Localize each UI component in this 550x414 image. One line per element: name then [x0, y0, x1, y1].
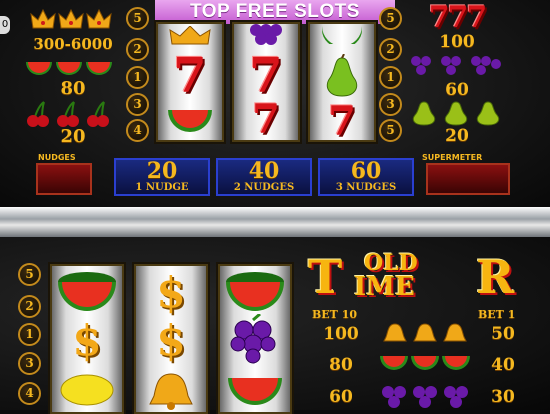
page-title: TOP FREE SLOTS	[155, 0, 395, 24]
nudge-value: 20	[146, 158, 178, 184]
old-timer-logo: T OLD IME R	[308, 252, 528, 302]
side-tab[interactable]: 0	[0, 16, 10, 34]
logo-old: OLD	[364, 250, 418, 276]
line-number[interactable]: 5	[126, 7, 149, 30]
nudge-value: 60	[350, 158, 382, 184]
bet1-value: 50	[491, 324, 515, 344]
top-reel-2: 7 7	[232, 22, 300, 142]
supermeter-display	[426, 163, 510, 195]
chrome-divider	[0, 207, 550, 237]
bet10-header: BET 10	[312, 308, 358, 321]
line-number[interactable]: 2	[126, 38, 149, 61]
line-number[interactable]: 4	[18, 382, 41, 405]
nudge-label: 1 NUDGE	[135, 182, 189, 193]
nudge-option-3[interactable]: 60 3 NUDGES	[318, 158, 414, 196]
seven-symbol: 7	[173, 48, 207, 104]
bet10-value: 80	[329, 355, 353, 375]
line-number[interactable]: 4	[126, 119, 149, 142]
grapes-icon	[230, 314, 276, 364]
dollar-symbol: $	[156, 268, 186, 317]
bottom-reel-3	[218, 264, 292, 414]
watermelon-icon	[228, 378, 282, 405]
watermelon-icon	[378, 352, 472, 380]
bottom-reel-2: $ $	[134, 264, 208, 414]
line-number[interactable]: 5	[18, 263, 41, 286]
payout-watermelon: 80	[60, 78, 86, 99]
grapes-icon	[250, 24, 282, 45]
payout-seven: 100	[439, 32, 475, 52]
seven-icon: 777	[428, 0, 488, 35]
line-number[interactable]: 1	[18, 323, 41, 346]
logo-letter: R	[476, 250, 515, 304]
top-reel-1: 7	[156, 22, 224, 142]
line-number[interactable]: 3	[379, 93, 402, 116]
watermelon-icon	[168, 110, 212, 132]
crown-icon	[30, 8, 112, 29]
nudge-value: 40	[248, 158, 280, 184]
top-paytable-left: 300-6000	[18, 6, 128, 52]
line-number[interactable]: 5	[379, 7, 402, 30]
logo-letter: T	[308, 250, 343, 304]
line-number[interactable]: 3	[18, 352, 41, 375]
payout-pear: 20	[445, 126, 469, 146]
pear-icon	[326, 54, 358, 97]
nudge-option-2[interactable]: 40 2 NUDGES	[216, 158, 312, 196]
dollar-symbol: $	[156, 316, 186, 365]
watermelon-icon	[226, 272, 284, 311]
payout-cherry: 20	[60, 126, 86, 147]
crown-icon	[169, 26, 211, 45]
payout-crown: 300-6000	[33, 35, 113, 53]
bell-icon	[380, 322, 470, 348]
bet1-value: 40	[491, 355, 515, 375]
top-reel-3: 7	[308, 22, 376, 142]
nudge-label: 3 NUDGES	[335, 182, 397, 193]
seven-symbol: 7	[249, 48, 283, 104]
line-number[interactable]: 5	[379, 119, 402, 142]
logo-letters: IME	[354, 272, 415, 302]
supermeter-label: SUPERMETER	[422, 153, 483, 162]
bet10-value: 100	[323, 324, 359, 344]
watermelon-icon	[58, 272, 116, 311]
line-number[interactable]: 2	[18, 295, 41, 318]
nudges-label: NUDGES	[38, 153, 76, 162]
nudges-display	[36, 163, 92, 195]
line-number[interactable]: 3	[126, 93, 149, 116]
dollar-symbol: $	[72, 316, 102, 365]
nudge-label: 2 NUDGES	[233, 182, 295, 193]
seven-symbol: 7	[328, 98, 356, 142]
line-number[interactable]: 1	[379, 66, 402, 89]
bottom-reel-1: $	[50, 264, 124, 414]
lemon-icon	[60, 374, 114, 406]
bet1-value: 30	[491, 387, 515, 407]
seven-symbol: 7	[252, 96, 280, 142]
payout-grapes: 60	[445, 80, 469, 100]
bell-icon	[149, 373, 193, 410]
bet10-value: 60	[329, 387, 353, 407]
bet1-header: BET 1	[478, 308, 516, 321]
line-number[interactable]: 1	[126, 66, 149, 89]
nudge-option-1[interactable]: 20 1 NUDGE	[114, 158, 210, 196]
line-number[interactable]: 2	[379, 38, 402, 61]
watermelon-icon	[322, 26, 362, 44]
